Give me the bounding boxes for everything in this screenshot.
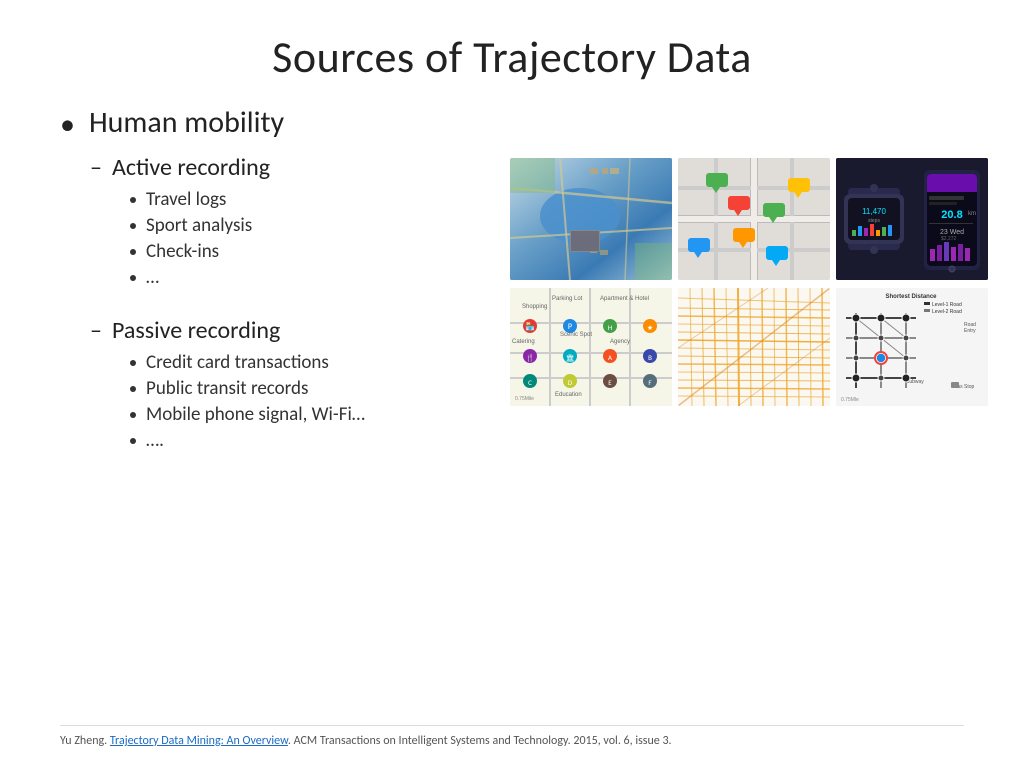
list-item: Mobile phone signal, Wi-Fi… [130,403,500,426]
svg-text:B: B [648,353,652,362]
content-area: • Human mobility – Active recording Trav… [60,104,964,748]
main-bullet-label: Human mobility [89,104,284,141]
svg-text:steps: steps [868,218,880,224]
bullet-dot-icon [130,438,136,444]
svg-text:20.8: 20.8 [941,209,962,221]
bullet-dot-icon [130,386,136,392]
citation-area: Yu Zheng. Trajectory Data Mining: An Ove… [60,725,964,748]
passive-item-3: Mobile phone signal, Wi-Fi… [146,403,365,426]
dash-icon: – [90,316,102,345]
road-network-image: Shortest Distance Level-1 Road Level-2 R… [836,288,988,406]
slide-title: Sources of Trajectory Data [60,30,964,84]
wearables-devices-image: 11,470 steps [836,158,988,280]
list-item: … [130,266,500,289]
svg-text:Scenic Spot: Scenic Spot [560,332,592,338]
active-recording-header: – Active recording [90,153,500,182]
svg-text:🍴: 🍴 [526,353,535,362]
city-grid-map-image [678,288,830,406]
svg-text:D: D [568,378,573,387]
list-item: Credit card transactions [130,351,500,374]
svg-text:Agency: Agency [610,339,630,345]
active-item-3: Check-ins [146,240,219,263]
svg-text:Level-1 Road: Level-1 Road [932,302,962,308]
citation-author: Yu Zheng. [60,734,110,748]
list-item: Travel logs [130,188,500,211]
bullet-dot-icon [130,223,136,229]
text-column: – Active recording Travel logs Sport ana… [60,153,500,725]
main-bullet-dot: • [60,106,75,143]
dash-icon: – [90,153,102,182]
active-item-2: Sport analysis [146,214,252,237]
svg-text:E: E [608,378,612,387]
svg-text:Shortest Distance: Shortest Distance [885,294,937,300]
slide-container: Sources of Trajectory Data • Human mobil… [0,0,1024,768]
svg-text:H: H [608,323,612,332]
bullet-dot-icon [130,275,136,281]
passive-recording-list: Credit card transactions Public transit … [130,351,500,452]
svg-text:Parking Lot: Parking Lot [552,296,583,302]
svg-text:km: km [968,211,976,217]
passive-item-4: …. [146,429,164,452]
citation-rest: . ACM Transactions on Intelligent System… [288,734,672,748]
svg-text:$2,272: $2,272 [941,236,957,242]
svg-text:★: ★ [647,323,653,332]
citation-link[interactable]: Trajectory Data Mining: An Overview [110,734,288,748]
images-column: 11,470 steps [500,153,988,725]
list-item: Sport analysis [130,214,500,237]
bullet-dot-icon [130,249,136,255]
list-item: …. [130,429,500,452]
svg-text:Apartment & Hotel: Apartment & Hotel [600,296,649,302]
svg-text:Shopping: Shopping [522,304,547,310]
active-item-1: Travel logs [146,188,226,211]
svg-text:P: P [568,322,572,332]
active-recording-list: Travel logs Sport analysis Check-ins … [130,188,500,289]
passive-item-1: Credit card transactions [146,351,329,374]
svg-text:🏪: 🏪 [525,321,535,332]
bullet-dot-icon [130,360,136,366]
active-images-row: 11,470 steps [510,158,988,280]
passive-recording-header: – Passive recording [90,316,500,345]
svg-text:11,470: 11,470 [862,207,886,216]
sections-row: – Active recording Travel logs Sport ana… [60,153,964,725]
svg-text:C: C [528,378,532,387]
active-recording-label: Active recording [112,153,270,182]
poi-map-image: Shopping Catering Parking Lot Apartment … [510,288,672,406]
main-bullet: • Human mobility [60,104,964,143]
list-item: Check-ins [130,240,500,263]
svg-text:Catering: Catering [512,339,535,345]
svg-text:Education: Education [555,392,582,398]
passive-recording-label: Passive recording [112,316,280,345]
svg-text:23 Wed: 23 Wed [940,229,964,236]
map-satellite-image [510,158,672,280]
svg-text:0.75Mile: 0.75Mile [515,396,534,402]
map-trajectory-image [678,158,830,280]
svg-text:🏛: 🏛 [566,353,575,362]
svg-text:Level-2 Road: Level-2 Road [932,309,962,315]
active-item-4: … [146,266,159,289]
list-item: Public transit records [130,377,500,400]
passive-images-row: Shopping Catering Parking Lot Apartment … [510,288,988,406]
passive-item-2: Public transit records [146,377,308,400]
bullet-dot-icon [130,197,136,203]
svg-text:Entry: Entry [964,328,976,334]
svg-text:0.75Mle: 0.75Mle [841,397,859,403]
bullet-dot-icon [130,412,136,418]
